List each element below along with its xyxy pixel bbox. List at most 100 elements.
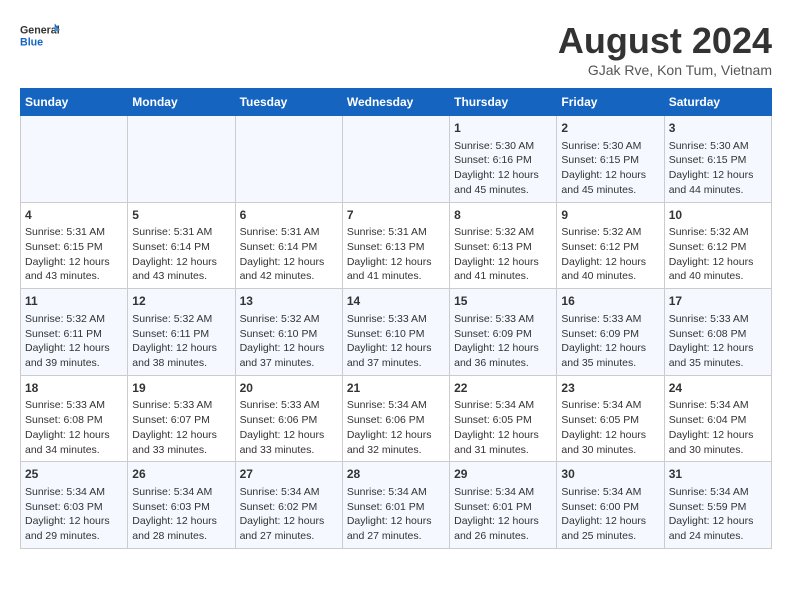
calendar-cell: 7Sunrise: 5:31 AMSunset: 6:13 PMDaylight…: [342, 202, 449, 289]
day-info: Sunrise: 5:33 AM: [240, 398, 338, 413]
day-info: Sunset: 6:02 PM: [240, 500, 338, 515]
day-number: 13: [240, 293, 338, 310]
calendar-cell: 28Sunrise: 5:34 AMSunset: 6:01 PMDayligh…: [342, 462, 449, 549]
day-info: and 43 minutes.: [25, 269, 123, 284]
day-info: Sunrise: 5:34 AM: [454, 398, 552, 413]
day-info: and 24 minutes.: [669, 529, 767, 544]
day-info: Sunrise: 5:32 AM: [669, 225, 767, 240]
day-info: Sunrise: 5:34 AM: [347, 485, 445, 500]
day-info: Sunset: 6:06 PM: [240, 413, 338, 428]
calendar-cell: 3Sunrise: 5:30 AMSunset: 6:15 PMDaylight…: [664, 116, 771, 203]
day-info: Sunrise: 5:34 AM: [561, 398, 659, 413]
day-info: and 45 minutes.: [454, 183, 552, 198]
day-info: and 35 minutes.: [669, 356, 767, 371]
day-number: 16: [561, 293, 659, 310]
day-info: Sunset: 6:01 PM: [454, 500, 552, 515]
day-info: and 43 minutes.: [132, 269, 230, 284]
day-info: Sunrise: 5:34 AM: [132, 485, 230, 500]
day-number: 28: [347, 466, 445, 483]
day-info: Daylight: 12 hours: [240, 428, 338, 443]
day-info: Daylight: 12 hours: [132, 428, 230, 443]
day-number: 30: [561, 466, 659, 483]
day-info: Daylight: 12 hours: [347, 255, 445, 270]
day-number: 26: [132, 466, 230, 483]
title-block: August 2024 GJak Rve, Kon Tum, Vietnam: [558, 20, 772, 78]
day-number: 10: [669, 207, 767, 224]
day-number: 2: [561, 120, 659, 137]
calendar-week-row: 1Sunrise: 5:30 AMSunset: 6:16 PMDaylight…: [21, 116, 772, 203]
day-info: Sunrise: 5:33 AM: [347, 312, 445, 327]
day-info: and 29 minutes.: [25, 529, 123, 544]
day-number: 1: [454, 120, 552, 137]
day-info: Sunset: 6:10 PM: [347, 327, 445, 342]
day-info: Sunset: 6:08 PM: [25, 413, 123, 428]
day-info: Sunset: 6:15 PM: [669, 153, 767, 168]
calendar-cell: 26Sunrise: 5:34 AMSunset: 6:03 PMDayligh…: [128, 462, 235, 549]
day-info: and 33 minutes.: [240, 443, 338, 458]
logo: General Blue: [20, 20, 60, 50]
day-info: Sunrise: 5:30 AM: [669, 139, 767, 154]
calendar-week-row: 18Sunrise: 5:33 AMSunset: 6:08 PMDayligh…: [21, 375, 772, 462]
svg-text:General: General: [20, 24, 60, 36]
calendar-cell: 2Sunrise: 5:30 AMSunset: 6:15 PMDaylight…: [557, 116, 664, 203]
day-number: 5: [132, 207, 230, 224]
day-number: 24: [669, 380, 767, 397]
day-info: and 35 minutes.: [561, 356, 659, 371]
day-info: Sunset: 6:11 PM: [132, 327, 230, 342]
calendar-cell: 6Sunrise: 5:31 AMSunset: 6:14 PMDaylight…: [235, 202, 342, 289]
day-info: and 33 minutes.: [132, 443, 230, 458]
calendar-cell: 15Sunrise: 5:33 AMSunset: 6:09 PMDayligh…: [450, 289, 557, 376]
day-info: Sunrise: 5:34 AM: [669, 485, 767, 500]
calendar-cell: [128, 116, 235, 203]
day-info: Daylight: 12 hours: [669, 341, 767, 356]
day-info: Sunset: 6:14 PM: [132, 240, 230, 255]
day-info: and 26 minutes.: [454, 529, 552, 544]
day-info: Sunset: 6:10 PM: [240, 327, 338, 342]
calendar-cell: 18Sunrise: 5:33 AMSunset: 6:08 PMDayligh…: [21, 375, 128, 462]
day-info: Daylight: 12 hours: [240, 255, 338, 270]
day-info: Sunrise: 5:34 AM: [347, 398, 445, 413]
day-info: and 31 minutes.: [454, 443, 552, 458]
day-info: Sunset: 6:00 PM: [561, 500, 659, 515]
day-info: Sunrise: 5:33 AM: [561, 312, 659, 327]
day-info: and 25 minutes.: [561, 529, 659, 544]
calendar-cell: 1Sunrise: 5:30 AMSunset: 6:16 PMDaylight…: [450, 116, 557, 203]
day-info: Daylight: 12 hours: [561, 168, 659, 183]
day-number: 7: [347, 207, 445, 224]
calendar-cell: 5Sunrise: 5:31 AMSunset: 6:14 PMDaylight…: [128, 202, 235, 289]
day-info: Daylight: 12 hours: [454, 514, 552, 529]
day-info: Daylight: 12 hours: [240, 514, 338, 529]
day-info: Daylight: 12 hours: [25, 428, 123, 443]
day-info: Sunrise: 5:31 AM: [240, 225, 338, 240]
calendar-cell: 23Sunrise: 5:34 AMSunset: 6:05 PMDayligh…: [557, 375, 664, 462]
svg-text:Blue: Blue: [20, 36, 43, 48]
day-number: 21: [347, 380, 445, 397]
day-info: Daylight: 12 hours: [454, 341, 552, 356]
day-info: and 32 minutes.: [347, 443, 445, 458]
day-info: Daylight: 12 hours: [347, 514, 445, 529]
day-info: Sunrise: 5:34 AM: [240, 485, 338, 500]
calendar-cell: 24Sunrise: 5:34 AMSunset: 6:04 PMDayligh…: [664, 375, 771, 462]
calendar-cell: 10Sunrise: 5:32 AMSunset: 6:12 PMDayligh…: [664, 202, 771, 289]
day-info: Daylight: 12 hours: [669, 428, 767, 443]
day-number: 27: [240, 466, 338, 483]
calendar-table: SundayMondayTuesdayWednesdayThursdayFrid…: [20, 88, 772, 549]
day-info: and 27 minutes.: [347, 529, 445, 544]
day-number: 23: [561, 380, 659, 397]
day-info: Sunrise: 5:32 AM: [132, 312, 230, 327]
day-info: and 38 minutes.: [132, 356, 230, 371]
calendar-body: 1Sunrise: 5:30 AMSunset: 6:16 PMDaylight…: [21, 116, 772, 549]
day-info: and 41 minutes.: [347, 269, 445, 284]
day-header: Monday: [128, 89, 235, 116]
day-info: Daylight: 12 hours: [561, 341, 659, 356]
calendar-cell: 4Sunrise: 5:31 AMSunset: 6:15 PMDaylight…: [21, 202, 128, 289]
day-info: Daylight: 12 hours: [669, 255, 767, 270]
day-info: Sunset: 6:13 PM: [454, 240, 552, 255]
location: GJak Rve, Kon Tum, Vietnam: [558, 62, 772, 78]
day-number: 25: [25, 466, 123, 483]
calendar-cell: 11Sunrise: 5:32 AMSunset: 6:11 PMDayligh…: [21, 289, 128, 376]
calendar-header: SundayMondayTuesdayWednesdayThursdayFrid…: [21, 89, 772, 116]
day-info: Sunset: 6:07 PM: [132, 413, 230, 428]
day-info: Sunset: 6:06 PM: [347, 413, 445, 428]
day-number: 8: [454, 207, 552, 224]
